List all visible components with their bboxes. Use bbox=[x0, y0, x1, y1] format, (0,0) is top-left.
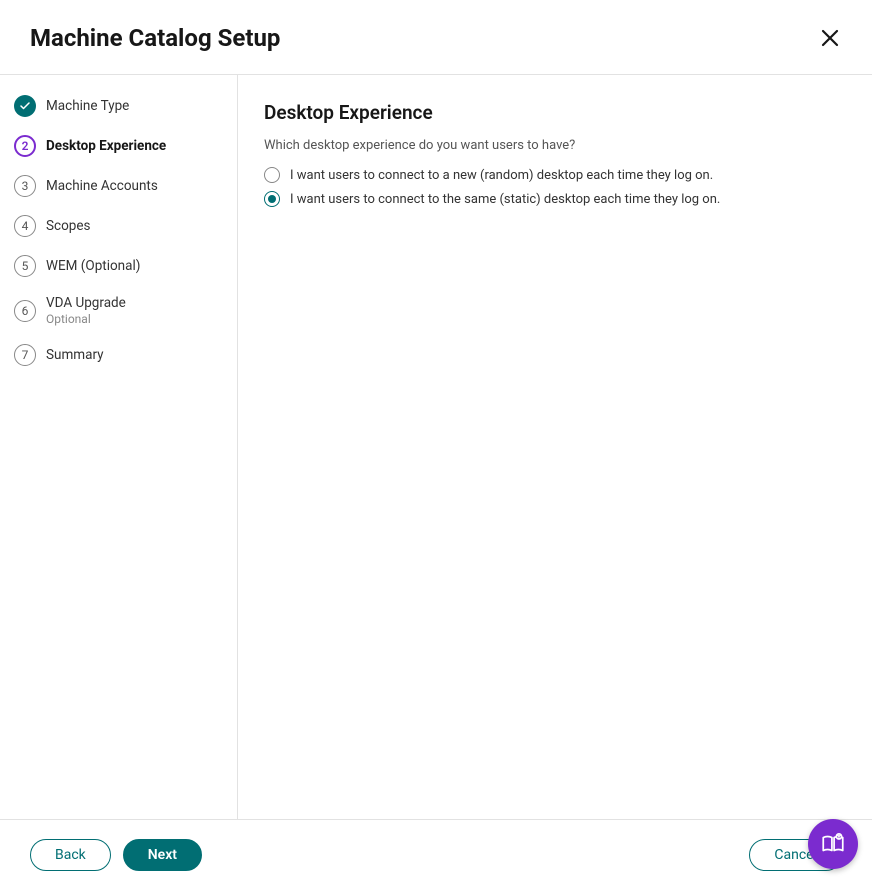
radio-option-static-desktop[interactable]: I want users to connect to the same (sta… bbox=[264, 191, 842, 207]
step-status-current-icon: 2 bbox=[14, 135, 36, 157]
step-status-pending-icon: 7 bbox=[14, 344, 36, 366]
step-label: Machine Type bbox=[46, 98, 129, 114]
footer-left-group: Back Next bbox=[30, 839, 202, 871]
next-button[interactable]: Next bbox=[123, 839, 202, 871]
step-scopes: 4 Scopes bbox=[14, 215, 223, 237]
dialog-title: Machine Catalog Setup bbox=[30, 24, 280, 52]
page-prompt: Which desktop experience do you want use… bbox=[264, 138, 842, 153]
page-title: Desktop Experience bbox=[264, 101, 842, 124]
close-button[interactable] bbox=[818, 26, 842, 50]
step-label: Summary bbox=[46, 347, 104, 363]
radio-dot-icon bbox=[268, 195, 276, 203]
dialog-body: Machine Type 2 Desktop Experience 3 Mach… bbox=[0, 75, 872, 824]
close-icon bbox=[818, 26, 842, 50]
step-label: Scopes bbox=[46, 218, 91, 234]
step-sublabel: Optional bbox=[46, 312, 126, 326]
step-status-pending-icon: 3 bbox=[14, 175, 36, 197]
dialog-header: Machine Catalog Setup bbox=[0, 0, 872, 75]
step-vda-upgrade: 6 VDA Upgrade Optional bbox=[14, 295, 223, 326]
step-label: Desktop Experience bbox=[46, 138, 166, 154]
step-label: Machine Accounts bbox=[46, 178, 158, 194]
wizard-steps-sidebar: Machine Type 2 Desktop Experience 3 Mach… bbox=[0, 75, 238, 824]
radio-label: I want users to connect to the same (sta… bbox=[290, 192, 720, 207]
step-label: WEM (Optional) bbox=[46, 258, 140, 274]
step-status-pending-icon: 4 bbox=[14, 215, 36, 237]
back-button[interactable]: Back bbox=[30, 839, 111, 871]
step-label-wrap: Machine Type bbox=[46, 98, 129, 114]
step-status-pending-icon: 5 bbox=[14, 255, 36, 277]
step-desktop-experience[interactable]: 2 Desktop Experience bbox=[14, 135, 223, 157]
step-machine-type[interactable]: Machine Type bbox=[14, 95, 223, 117]
step-status-done-icon bbox=[14, 95, 36, 117]
step-label: VDA Upgrade bbox=[46, 295, 126, 311]
check-icon bbox=[19, 100, 31, 112]
step-status-pending-icon: 6 bbox=[14, 300, 36, 322]
step-label-wrap: WEM (Optional) bbox=[46, 258, 140, 274]
step-wem: 5 WEM (Optional) bbox=[14, 255, 223, 277]
step-label-wrap: Machine Accounts bbox=[46, 178, 158, 194]
radio-option-random-desktop[interactable]: I want users to connect to a new (random… bbox=[264, 167, 842, 183]
step-label-wrap: Summary bbox=[46, 347, 104, 363]
step-machine-accounts: 3 Machine Accounts bbox=[14, 175, 223, 197]
radio-selected-icon bbox=[264, 191, 280, 207]
dialog-footer: Back Next Cancel bbox=[0, 819, 872, 889]
help-fab-button[interactable] bbox=[808, 819, 858, 869]
help-book-icon bbox=[820, 831, 846, 857]
radio-label: I want users to connect to a new (random… bbox=[290, 168, 713, 183]
radio-unselected-icon bbox=[264, 167, 280, 183]
step-label-wrap: Scopes bbox=[46, 218, 91, 234]
step-label-wrap: Desktop Experience bbox=[46, 138, 166, 154]
step-label-wrap: VDA Upgrade Optional bbox=[46, 295, 126, 326]
wizard-content: Desktop Experience Which desktop experie… bbox=[238, 75, 872, 824]
step-summary: 7 Summary bbox=[14, 344, 223, 366]
